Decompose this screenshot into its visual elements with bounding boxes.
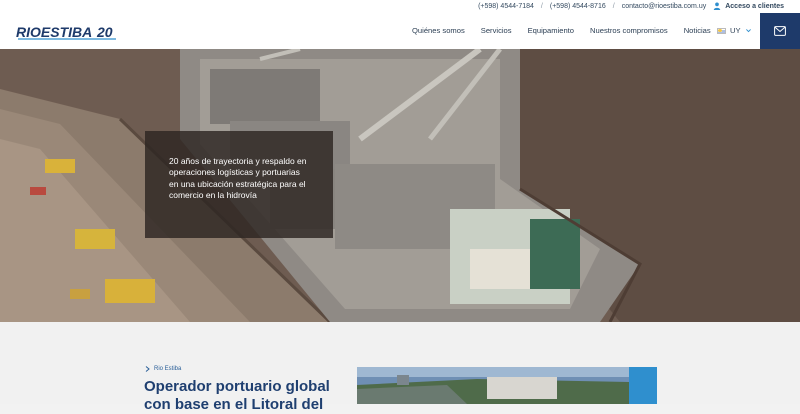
contact-links: (+598) 4544-7184 / (+598) 4544-8716 / co… bbox=[478, 2, 784, 10]
port-photo-image bbox=[357, 367, 629, 404]
language-label: UY bbox=[730, 26, 741, 35]
hero-tagline: 20 años de trayectoria y respaldo en ope… bbox=[169, 156, 307, 200]
mail-icon bbox=[774, 26, 786, 36]
hero-banner: 20 años de trayectoria y respaldo en ope… bbox=[0, 49, 800, 322]
chevron-down-icon bbox=[745, 29, 751, 33]
accent-block bbox=[629, 367, 657, 404]
language-selector[interactable]: UY bbox=[717, 26, 752, 35]
contact-mail-button[interactable] bbox=[760, 13, 800, 49]
section-title: Operador portuario global con base en el… bbox=[144, 378, 330, 413]
port-photo bbox=[357, 367, 629, 404]
rioestiba-logo[interactable]: RIOESTIBA 20 bbox=[16, 23, 120, 41]
svg-text:RIOESTIBA: RIOESTIBA bbox=[16, 24, 92, 40]
port-aerial-photo bbox=[0, 49, 800, 322]
user-icon bbox=[714, 2, 721, 10]
uruguay-flag-icon bbox=[717, 27, 726, 34]
breadcrumb: Rio Estiba bbox=[145, 366, 181, 372]
nav-item-servicios[interactable]: Servicios bbox=[481, 26, 512, 35]
nav-item-quienes-somos[interactable]: Quiénes somos bbox=[412, 26, 465, 35]
breadcrumb-label[interactable]: Rio Estiba bbox=[154, 366, 181, 372]
main-header: RIOESTIBA 20 Quiénes somos Servicios Equ… bbox=[0, 13, 800, 49]
phone-link-1[interactable]: (+598) 4544-7184 bbox=[478, 3, 534, 10]
email-link[interactable]: contacto@rioestiba.com.uy bbox=[622, 3, 707, 10]
top-contact-bar: (+598) 4544-7184 / (+598) 4544-8716 / co… bbox=[0, 0, 800, 13]
phone-link-2[interactable]: (+598) 4544-8716 bbox=[550, 3, 606, 10]
nav-item-nuestros-compromisos[interactable]: Nuestros compromisos bbox=[590, 26, 668, 35]
separator: / bbox=[612, 2, 615, 10]
nav-item-equipamiento[interactable]: Equipamiento bbox=[528, 26, 574, 35]
separator: / bbox=[540, 2, 543, 10]
svg-text:20: 20 bbox=[96, 24, 113, 40]
nav-item-noticias[interactable]: Noticias bbox=[684, 26, 711, 35]
client-access-label: Acceso a clientes bbox=[725, 2, 784, 10]
main-nav: Quiénes somos Servicios Equipamiento Nue… bbox=[412, 26, 711, 35]
chevron-right-icon bbox=[145, 366, 150, 372]
client-access-link[interactable]: Acceso a clientes bbox=[713, 2, 784, 10]
hero-text-box: 20 años de trayectoria y respaldo en ope… bbox=[145, 131, 333, 238]
